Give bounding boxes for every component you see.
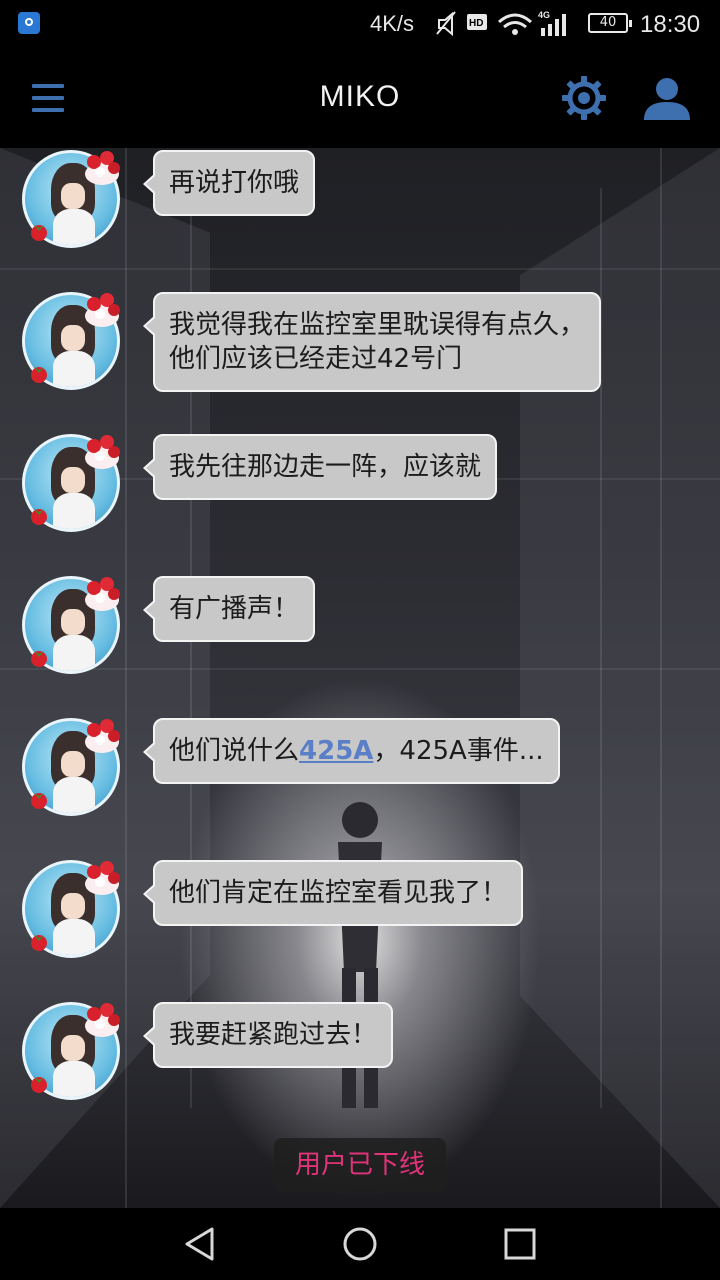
status-bar: 4K/s HD 4G 40 18:30 xyxy=(0,0,720,48)
gear-icon[interactable] xyxy=(560,74,608,122)
message-text: 他们肯定在监控室看见我了！ xyxy=(169,878,508,908)
message-bubble[interactable]: 他们肯定在监控室看见我了！ xyxy=(142,860,524,926)
strawberry-icon xyxy=(31,367,47,383)
hotspot-icon xyxy=(18,12,40,34)
svg-text:HD: HD xyxy=(469,18,483,29)
network-speed: 4K/s xyxy=(370,11,415,36)
message-text: 他们说什么 xyxy=(169,736,300,766)
background-figure xyxy=(338,802,382,1108)
page-title: MIKO xyxy=(319,80,401,113)
message-text: 再说打你哦 xyxy=(169,168,300,198)
message-bubble[interactable]: 再说打你哦 xyxy=(142,150,316,216)
message-text: 有广播声！ xyxy=(169,594,300,624)
strawberry-cake-icon xyxy=(85,293,120,327)
strawberry-cake-icon xyxy=(85,577,120,611)
message-bubble[interactable]: 我要赶紧跑过去！ xyxy=(142,1002,394,1068)
strawberry-icon xyxy=(31,793,47,809)
mute-icon xyxy=(436,11,456,37)
strawberry-icon xyxy=(31,509,47,525)
strawberry-icon xyxy=(31,935,47,951)
message-bubble[interactable]: 他们说什么425A，425A事件... xyxy=(143,718,560,784)
signal-icon: 4G xyxy=(538,10,566,36)
strawberry-icon xyxy=(31,225,47,241)
strawberry-cake-icon xyxy=(85,151,120,185)
message-link[interactable]: 425A xyxy=(299,736,373,766)
app-bar: MIKO xyxy=(0,48,720,148)
message-text: ，425A事件... xyxy=(373,736,544,766)
navigation-bar xyxy=(0,1208,720,1280)
message-text: 我觉得我在监控室里耽误得有点久， xyxy=(169,310,586,340)
message-text: 我先往那边走一阵，应该就 xyxy=(169,452,482,482)
strawberry-cake-icon xyxy=(85,435,120,469)
background-line xyxy=(660,148,662,1208)
strawberry-cake-icon xyxy=(85,719,120,753)
message-bubble[interactable]: 我先往那边走一阵，应该就 xyxy=(142,434,498,500)
strawberry-icon xyxy=(31,651,47,667)
network-type: 4G xyxy=(538,10,550,20)
status-toast: 用户已下线 xyxy=(274,1138,446,1192)
background-line xyxy=(0,268,720,270)
wifi-icon xyxy=(498,13,532,35)
status-icons: HD 4G xyxy=(436,10,566,37)
strawberry-icon xyxy=(31,1077,47,1093)
home-icon[interactable] xyxy=(342,1226,378,1262)
battery-indicator: 40 xyxy=(588,13,632,33)
message-text: 他们应该已经走过42号门 xyxy=(169,344,463,374)
hd-icon: HD xyxy=(467,14,487,30)
message-text: 我要赶紧跑过去！ xyxy=(169,1020,378,1050)
clock: 18:30 xyxy=(640,11,701,38)
message-bubble[interactable]: 我觉得我在监控室里耽误得有点久， 他们应该已经走过42号门 xyxy=(142,292,602,392)
recent-apps-icon[interactable] xyxy=(504,1228,536,1260)
message-bubble[interactable]: 有广播声！ xyxy=(142,576,316,642)
strawberry-cake-icon xyxy=(85,861,120,895)
background-line xyxy=(125,148,127,1208)
background-line xyxy=(0,668,720,670)
user-icon[interactable] xyxy=(642,76,692,122)
back-icon[interactable] xyxy=(182,1226,218,1262)
strawberry-cake-icon xyxy=(85,1003,120,1037)
